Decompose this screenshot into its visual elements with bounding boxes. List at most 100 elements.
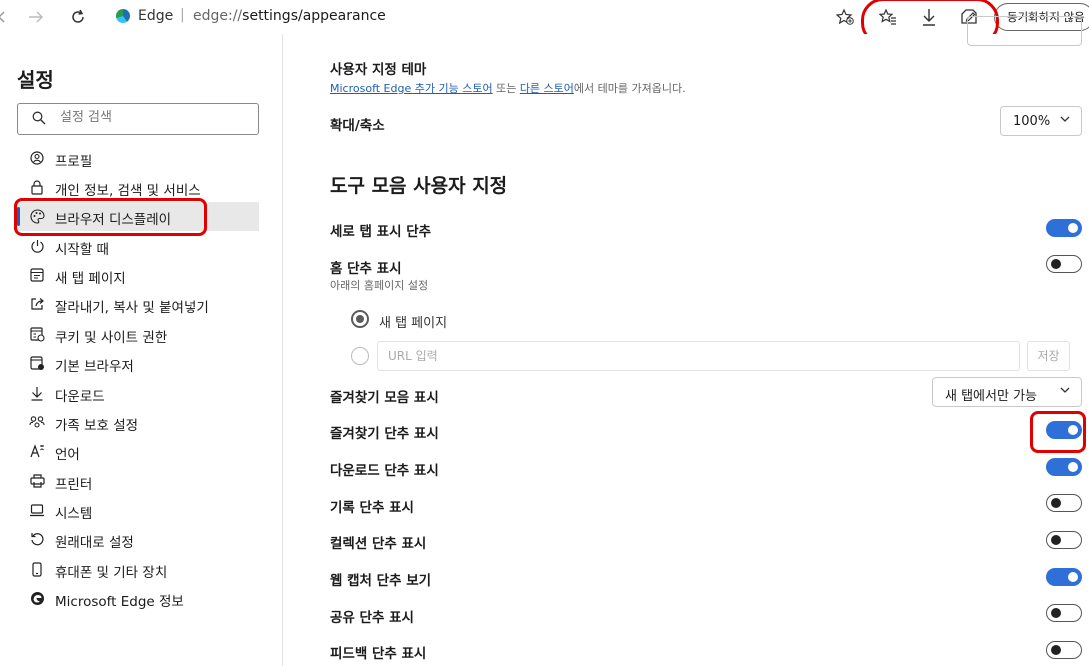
- browser-toolbar: Edge | edge://settings/appearance 동기화하지 …: [0, 0, 1089, 45]
- downloads-button-toggle[interactable]: [1046, 458, 1082, 476]
- sidebar-item-label: 프로필: [55, 154, 93, 170]
- sidebar-item-printers[interactable]: 프린터: [17, 467, 259, 496]
- setting-label: 공유 단추 표시: [330, 610, 414, 626]
- share-icon: [29, 296, 45, 312]
- highlight-ring: [14, 198, 207, 236]
- addons-store-link[interactable]: Microsoft Edge 추가 기능 스토어: [330, 82, 493, 95]
- sidebar-item-system[interactable]: 시스템: [17, 496, 259, 525]
- url-input[interactable]: [388, 349, 988, 363]
- search-input[interactable]: [60, 110, 250, 125]
- sidebar-item-label: 휴대폰 및 기타 장치: [55, 565, 168, 581]
- back-icon[interactable]: [0, 5, 14, 29]
- sidebar-item-label: 잘라내기, 복사 및 붙여넣기: [55, 300, 209, 316]
- history-button-toggle[interactable]: [1046, 494, 1082, 512]
- page-title: 설정: [17, 68, 54, 92]
- favorites-bar-value: 새 탭에서만 가능: [945, 389, 1037, 404]
- setting-sublabel: 아래의 홈페이지 설정: [330, 279, 429, 292]
- laptop-icon: [29, 502, 45, 518]
- sidebar-item-family-safety[interactable]: 가족 보호 설정: [17, 408, 259, 437]
- setting-label: 기록 단추 표시: [330, 500, 414, 516]
- zoom-dropdown[interactable]: 100%: [1000, 106, 1082, 136]
- chevron-down-icon: [1059, 384, 1071, 399]
- zoom-value: 100%: [1013, 114, 1051, 129]
- site-label: Edge: [138, 8, 174, 24]
- url-field[interactable]: [377, 341, 1020, 371]
- share-button-toggle[interactable]: [1046, 604, 1082, 622]
- sidebar-item-label: 쿠키 및 사이트 권한: [55, 330, 168, 346]
- toolbar-section-title: 도구 모음 사용자 지정: [330, 175, 508, 197]
- setting-label: 컬렉션 단추 표시: [330, 536, 427, 552]
- sidebar-item-label: 시작할 때: [55, 242, 109, 258]
- new-tab-radio-label: 새 탭 페이지: [379, 316, 448, 331]
- setting-label: 즐겨찾기 모음 표시: [330, 390, 439, 406]
- sidebar-item-label: 시스템: [55, 506, 93, 522]
- setting-label: 홈 단추 표시: [330, 261, 402, 277]
- browser-icon: [29, 355, 45, 371]
- vertical-tabs-toggle[interactable]: [1046, 219, 1082, 237]
- search-box[interactable]: [17, 103, 259, 135]
- reset-icon: [29, 531, 45, 547]
- sidebar-item-about[interactable]: Microsoft Edge 정보: [17, 584, 259, 613]
- phone-icon: [29, 561, 45, 577]
- add-favorite-icon[interactable]: [833, 5, 857, 29]
- web-capture-button-toggle[interactable]: [1046, 568, 1082, 586]
- sidebar-item-label: 다운로드: [55, 389, 105, 405]
- setting-label: 피드백 단추 표시: [330, 646, 427, 662]
- highlight-ring: [1030, 411, 1086, 453]
- search-icon: [32, 111, 46, 125]
- url-path: settings/appearance: [242, 8, 386, 24]
- theme-dropdown[interactable]: [967, 16, 1082, 46]
- setting-label: 세로 탭 표시 단추: [330, 224, 432, 240]
- settings-sidebar: 설정 프로필 개인 정보, 검색 및 서비스 브라우저 디스플레이 시작할 때 …: [0, 34, 283, 666]
- new-tab-radio[interactable]: [351, 310, 369, 328]
- setting-label: 웹 캡처 단추 보기: [330, 573, 432, 589]
- sidebar-item-label: 원래대로 설정: [55, 535, 134, 551]
- custom-theme-label: 사용자 지정 테마: [330, 62, 427, 78]
- save-button[interactable]: 저장: [1027, 341, 1070, 371]
- custom-theme-desc: Microsoft Edge 추가 기능 스토어 또는 다른 스토어에서 테마를…: [330, 80, 686, 96]
- edge-icon: [116, 9, 130, 23]
- sidebar-item-label: 언어: [55, 447, 80, 463]
- url-prefix: edge://: [193, 8, 243, 24]
- custom-theme-text-mid: 또는: [492, 82, 520, 95]
- favorites-bar-dropdown[interactable]: 새 탭에서만 가능: [932, 377, 1082, 407]
- url-radio[interactable]: [351, 347, 369, 365]
- sidebar-item-new-tab[interactable]: 새 탭 페이지: [17, 261, 259, 290]
- sidebar-item-label: 새 탭 페이지: [55, 271, 126, 287]
- sidebar-item-profile[interactable]: 프로필: [17, 144, 259, 173]
- sidebar-item-label: 가족 보호 설정: [55, 418, 139, 434]
- lock-icon: [29, 179, 45, 195]
- feedback-button-toggle[interactable]: [1046, 641, 1082, 659]
- forward-icon[interactable]: [24, 5, 48, 29]
- sidebar-item-reset[interactable]: 원래대로 설정: [17, 525, 259, 554]
- language-icon: [29, 443, 45, 459]
- settings-main: 사용자 지정 테마 Microsoft Edge 추가 기능 스토어 또는 다른…: [284, 16, 1089, 666]
- sidebar-item-label: 개인 정보, 검색 및 서비스: [55, 183, 201, 199]
- new-tab-icon: [29, 267, 45, 283]
- sidebar-item-downloads[interactable]: 다운로드: [17, 379, 259, 408]
- sidebar-item-languages[interactable]: 언어: [17, 437, 259, 466]
- chevron-down-icon: [1059, 113, 1071, 128]
- sidebar-item-phone-devices[interactable]: 휴대폰 및 기타 장치: [17, 555, 259, 584]
- download-icon: [29, 385, 45, 401]
- url-text[interactable]: edge://settings/appearance: [193, 8, 386, 24]
- sidebar-item-label: Microsoft Edge 정보: [55, 594, 184, 610]
- sidebar-item-startup[interactable]: 시작할 때: [17, 232, 259, 261]
- url-separator: |: [180, 7, 185, 23]
- zoom-label: 확대/축소: [330, 118, 385, 134]
- sidebar-item-label: 프린터: [55, 477, 93, 493]
- setting-label: 즐겨찾기 단추 표시: [330, 426, 439, 442]
- power-icon: [29, 238, 45, 254]
- home-button-toggle[interactable]: [1046, 255, 1082, 273]
- other-store-link[interactable]: 다른 스토어: [520, 82, 574, 95]
- sidebar-item-site-permissions[interactable]: 쿠키 및 사이트 권한: [17, 320, 259, 349]
- sidebar-item-default-browser[interactable]: 기본 브라우저: [17, 349, 259, 378]
- printer-icon: [29, 473, 45, 489]
- sidebar-item-share-copy-paste[interactable]: 잘라내기, 복사 및 붙여넣기: [17, 290, 259, 319]
- refresh-icon[interactable]: [66, 5, 90, 29]
- setting-label: 다운로드 단추 표시: [330, 463, 439, 479]
- custom-theme-text-end: 에서 테마를 가져옵니다.: [573, 82, 686, 95]
- sidebar-item-label: 기본 브라우저: [55, 359, 134, 375]
- edge-icon: [29, 590, 45, 606]
- collections-button-toggle[interactable]: [1046, 531, 1082, 549]
